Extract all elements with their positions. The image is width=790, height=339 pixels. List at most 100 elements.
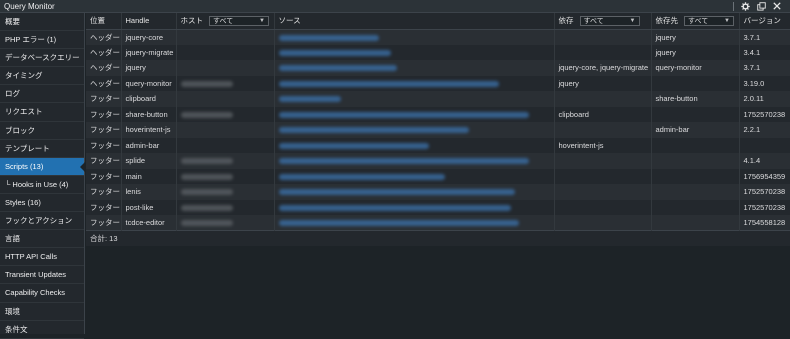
nav-blocks[interactable]: ブロック [0, 122, 84, 140]
nav-timing[interactable]: タイミング [0, 67, 84, 86]
redacted-host [180, 189, 233, 196]
cell-version: 3.4.1 [739, 44, 790, 60]
cell-dependents [651, 75, 740, 91]
chevron-down-icon: ▼ [629, 18, 636, 25]
cell-position: ヘッダー [86, 29, 122, 45]
cell-source [274, 106, 555, 122]
redacted-host [180, 173, 233, 180]
cell-version: 2.2.1 [739, 122, 790, 138]
cell-source [274, 199, 555, 215]
cell-position: フッター [86, 215, 122, 231]
cell-deps [554, 153, 652, 169]
nav-overview[interactable]: 概要 [0, 13, 84, 32]
nav-template[interactable]: テンプレート [0, 140, 84, 158]
cell-dependents [651, 153, 740, 169]
host-filter-value: すべて [213, 18, 234, 26]
redacted-source-link[interactable] [278, 220, 519, 227]
cell-deps [554, 122, 652, 138]
nav-capability-checks[interactable]: Capability Checks [0, 284, 84, 303]
deps-filter-select[interactable]: すべて ▼ [579, 16, 640, 27]
table-row: ヘッダー jquery-core jquery 3.7.1 [86, 29, 790, 45]
nav-styles[interactable]: Styles (16) [0, 194, 84, 213]
table-footer-row: 合計: 13 [86, 230, 790, 246]
scripts-table: 位置 Handle ホスト すべて ▼ ソース 依存 すべて ▼ 依存先 すべて ▼ バージ… [86, 13, 790, 246]
cell-host [176, 215, 275, 231]
cell-position: フッター [86, 137, 122, 153]
cell-dependents [651, 184, 740, 200]
cell-dependents: share-button [651, 91, 740, 107]
cell-deps: jquery [554, 75, 652, 91]
cell-handle: post-like [121, 199, 177, 215]
nav-request[interactable]: リクエスト [0, 103, 84, 122]
cell-version: 1752570238 [739, 106, 790, 122]
cell-deps [554, 168, 652, 184]
cell-host [176, 106, 275, 122]
cell-host [176, 75, 275, 91]
cell-version: 1752570238 [739, 199, 790, 215]
cell-host [176, 184, 275, 200]
cell-handle: lenis [121, 184, 177, 200]
redacted-host [180, 204, 233, 211]
nav-logs[interactable]: ログ [0, 85, 84, 104]
redacted-source-link[interactable] [278, 34, 379, 41]
redacted-source-link[interactable] [278, 111, 529, 118]
cell-dependents: jquery [651, 44, 740, 60]
redacted-source-link[interactable] [278, 158, 529, 165]
cell-handle: jquery [121, 60, 177, 76]
cell-version: 1752570238 [739, 184, 790, 200]
popout-icon[interactable] [756, 1, 766, 11]
cell-dependents [651, 168, 740, 184]
nav-php-errors[interactable]: PHP エラー (1) [0, 31, 84, 50]
cell-host [176, 153, 275, 169]
dependents-filter-select[interactable]: すべて ▼ [684, 16, 734, 27]
cell-deps [554, 44, 652, 60]
nav-http-api-calls[interactable]: HTTP API Calls [0, 248, 84, 267]
host-filter-select[interactable]: すべて ▼ [209, 16, 269, 27]
redacted-source-link[interactable] [278, 65, 397, 72]
cell-deps [554, 29, 652, 45]
col-position[interactable]: 位置 [86, 13, 122, 30]
col-handle[interactable]: Handle [121, 13, 177, 30]
redacted-host [180, 80, 233, 87]
table-row: フッター tcdce-editor 1754558128 [86, 215, 790, 231]
redacted-source-link[interactable] [278, 96, 341, 103]
col-host: ホスト すべて ▼ [176, 13, 275, 30]
cell-source [274, 122, 555, 138]
close-icon[interactable] [772, 1, 782, 11]
nav-hooks-in-use[interactable]: └ Hooks in Use (4) [0, 176, 84, 194]
cell-deps [554, 215, 652, 231]
redacted-source-link[interactable] [278, 127, 469, 134]
nav-transient-updates[interactable]: Transient Updates [0, 266, 84, 285]
cell-deps: clipboard [554, 106, 652, 122]
cell-handle: tcdce-editor [121, 215, 177, 231]
redacted-source-link[interactable] [278, 142, 429, 149]
table-row: フッター main 1756954359 [86, 168, 790, 184]
nav-scripts[interactable]: Scripts (13) [0, 157, 85, 176]
cell-host [176, 44, 275, 60]
nav-database-queries[interactable]: データベースクエリー [0, 49, 84, 68]
col-version[interactable]: バージョン [739, 13, 790, 30]
cell-deps: hoverintent-js [554, 137, 652, 153]
gear-icon[interactable] [740, 1, 750, 11]
redacted-source-link[interactable] [278, 173, 445, 180]
table-row: フッター admin-bar hoverintent-js [86, 137, 790, 153]
nav-languages[interactable]: 言語 [0, 230, 84, 249]
col-source: ソース [274, 13, 555, 30]
cell-handle: splide [121, 153, 177, 169]
nav-environment[interactable]: 環境 [0, 303, 84, 321]
col-dependents-label: 依存先 [655, 16, 679, 26]
cell-version: 4.1.4 [739, 153, 790, 169]
redacted-source-link[interactable] [278, 49, 391, 56]
cell-dependents [651, 137, 740, 153]
nav-hooks-actions[interactable]: フックとアクション [0, 212, 84, 231]
redacted-source-link[interactable] [278, 80, 499, 87]
cell-host [176, 137, 275, 153]
nav-conditionals[interactable]: 条件文 [0, 321, 84, 339]
cell-position: フッター [86, 91, 122, 107]
cell-version: 1754558128 [739, 215, 790, 231]
cell-position: ヘッダー [86, 60, 122, 76]
redacted-source-link[interactable] [278, 189, 515, 196]
table-row: フッター share-button clipboard 1752570238 [86, 106, 790, 122]
table-row: ヘッダー jquery jquery-core, jquery-migrate que… [86, 60, 790, 76]
redacted-source-link[interactable] [278, 204, 511, 211]
